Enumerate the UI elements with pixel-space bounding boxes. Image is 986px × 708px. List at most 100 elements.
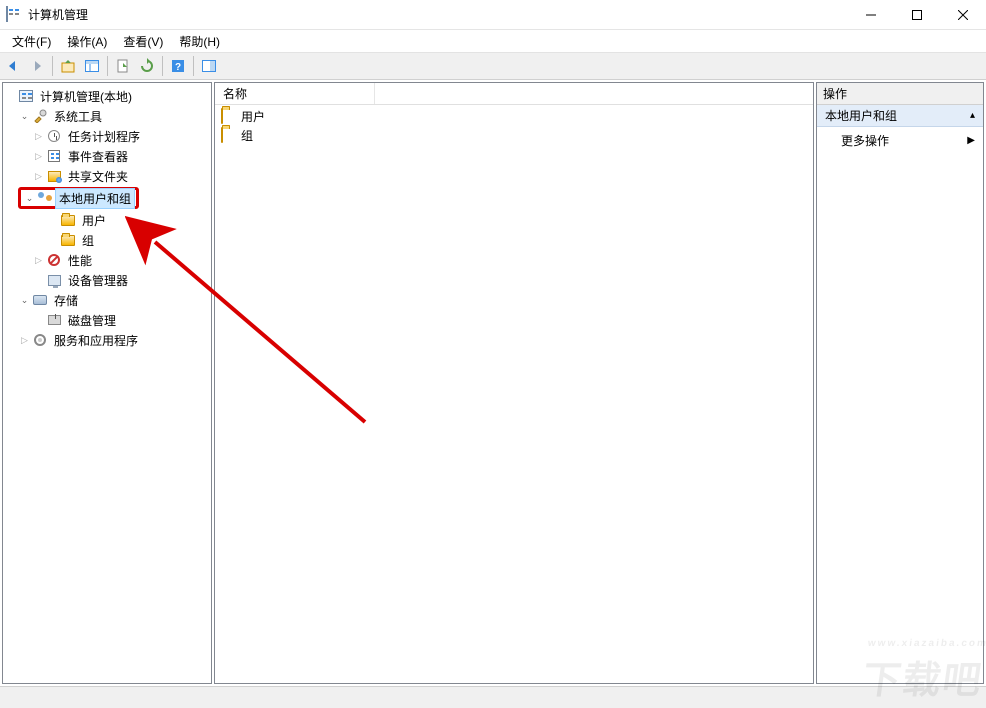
- tree-label: 磁盘管理: [65, 311, 119, 330]
- menu-file[interactable]: 文件(F): [4, 31, 59, 52]
- list-item-label: 用户: [241, 108, 265, 125]
- up-button[interactable]: [57, 55, 79, 77]
- tree-label: 存储: [51, 291, 81, 310]
- menu-action[interactable]: 操作(A): [59, 31, 115, 52]
- tree-performance[interactable]: ▷ 性能: [4, 250, 210, 270]
- expander-icon[interactable]: ▷: [32, 170, 45, 183]
- export-button[interactable]: [112, 55, 134, 77]
- actions-header: 操作: [817, 83, 983, 105]
- tree-label: 计算机管理(本地): [37, 87, 135, 106]
- tree-device-manager[interactable]: ▶ 设备管理器: [4, 270, 210, 290]
- forward-button[interactable]: [26, 55, 48, 77]
- tree-label: 事件查看器: [65, 147, 131, 166]
- pane-toggle-icon: [201, 58, 217, 74]
- titlebar: 计算机管理: [0, 0, 986, 30]
- window-title: 计算机管理: [28, 6, 848, 23]
- expander-icon[interactable]: ⌄: [23, 192, 36, 205]
- tree-system-tools[interactable]: ⌄ 系统工具: [4, 106, 210, 126]
- toolbar-separator: [107, 56, 108, 76]
- tools-icon: [32, 108, 48, 124]
- folder-icon: [221, 109, 237, 125]
- panes-icon: [84, 58, 100, 74]
- performance-icon: [46, 252, 62, 268]
- menu-view[interactable]: 查看(V): [115, 31, 171, 52]
- list-item[interactable]: 用户: [217, 107, 811, 126]
- refresh-icon: [139, 58, 155, 74]
- tree-shared-folders[interactable]: ▷ 共享文件夹: [4, 166, 210, 186]
- tree-label: 性能: [65, 251, 95, 270]
- actions-more[interactable]: 更多操作 ▶: [817, 127, 983, 153]
- tree-storage[interactable]: ⌄ 存储: [4, 290, 210, 310]
- tree-label: 本地用户和组: [56, 189, 134, 208]
- show-hide-button[interactable]: [81, 55, 103, 77]
- refresh-button[interactable]: [136, 55, 158, 77]
- back-button[interactable]: [2, 55, 24, 77]
- tree-label: 共享文件夹: [65, 167, 131, 186]
- annotation-highlight: ⌄ 本地用户和组: [18, 187, 139, 209]
- computer-management-icon: [18, 88, 34, 104]
- tree-local-users-groups[interactable]: 本地用户和组: [56, 189, 134, 208]
- shared-folder-icon: [46, 168, 62, 184]
- export-icon: [115, 58, 131, 74]
- tree-groups[interactable]: ▶ 组: [4, 230, 210, 250]
- actions-section-label: 本地用户和组: [825, 107, 897, 124]
- close-button[interactable]: [940, 0, 986, 30]
- tree-label: 服务和应用程序: [51, 331, 141, 350]
- list-item-label: 组: [241, 127, 253, 144]
- expander-icon[interactable]: ▷: [32, 130, 45, 143]
- expander-icon[interactable]: ▷: [32, 254, 45, 267]
- tree-label: 设备管理器: [65, 271, 131, 290]
- statusbar: [0, 686, 986, 708]
- gear-icon: [32, 332, 48, 348]
- expander-icon[interactable]: ⌄: [18, 294, 31, 307]
- maximize-icon: [912, 10, 922, 20]
- list-item[interactable]: 组: [217, 126, 811, 145]
- expander-icon[interactable]: ▷: [18, 334, 31, 347]
- collapse-icon: ▴: [970, 110, 975, 121]
- folder-icon: [60, 212, 76, 228]
- tree-root[interactable]: ▶ 计算机管理(本地): [4, 86, 210, 106]
- storage-icon: [32, 292, 48, 308]
- tree-label: 用户: [79, 211, 109, 230]
- tree-event-viewer[interactable]: ▷ 事件查看器: [4, 146, 210, 166]
- list-pane: 名称 用户 组: [214, 82, 814, 684]
- up-icon: [60, 58, 76, 74]
- toolbar-separator: [162, 56, 163, 76]
- tree-users[interactable]: ▶ 用户: [4, 210, 210, 230]
- folder-icon: [221, 128, 237, 144]
- close-icon: [958, 10, 968, 20]
- submenu-icon: ▶: [967, 135, 975, 146]
- toolbar: ?: [0, 52, 986, 80]
- disk-icon: [46, 312, 62, 328]
- menu-help[interactable]: 帮助(H): [171, 31, 228, 52]
- actions-section-header[interactable]: 本地用户和组 ▴: [817, 105, 983, 127]
- help-button[interactable]: ?: [167, 55, 189, 77]
- tree-services-apps[interactable]: ▷ 服务和应用程序: [4, 330, 210, 350]
- minimize-icon: [866, 10, 876, 20]
- toolbar-separator: [52, 56, 53, 76]
- action-pane-toggle[interactable]: [198, 55, 220, 77]
- forward-icon: [29, 58, 45, 74]
- tree-task-scheduler[interactable]: ▷ 任务计划程序: [4, 126, 210, 146]
- expander-icon[interactable]: ▷: [32, 150, 45, 163]
- svg-text:?: ?: [175, 62, 181, 73]
- event-icon: [46, 148, 62, 164]
- tree-pane[interactable]: ▶ 计算机管理(本地) ⌄ 系统工具 ▷ 任务计划程序 ▷ 事件查看器 ▷ 共享…: [2, 82, 212, 684]
- tree-label: 系统工具: [51, 107, 105, 126]
- toolbar-separator: [193, 56, 194, 76]
- menubar: 文件(F) 操作(A) 查看(V) 帮助(H): [0, 30, 986, 52]
- users-groups-icon: [37, 190, 53, 206]
- list-body[interactable]: 用户 组: [215, 105, 813, 683]
- tree-label: 组: [79, 231, 97, 250]
- maximize-button[interactable]: [894, 0, 940, 30]
- actions-pane: 操作 本地用户和组 ▴ 更多操作 ▶: [816, 82, 984, 684]
- back-icon: [5, 58, 21, 74]
- minimize-button[interactable]: [848, 0, 894, 30]
- tree-disk-management[interactable]: ▶ 磁盘管理: [4, 310, 210, 330]
- folder-icon: [60, 232, 76, 248]
- column-header-name[interactable]: 名称: [215, 83, 375, 104]
- expander-icon[interactable]: ⌄: [18, 110, 31, 123]
- list-header: 名称: [215, 83, 813, 105]
- main-area: ▶ 计算机管理(本地) ⌄ 系统工具 ▷ 任务计划程序 ▷ 事件查看器 ▷ 共享…: [0, 80, 986, 686]
- app-icon: [6, 7, 22, 23]
